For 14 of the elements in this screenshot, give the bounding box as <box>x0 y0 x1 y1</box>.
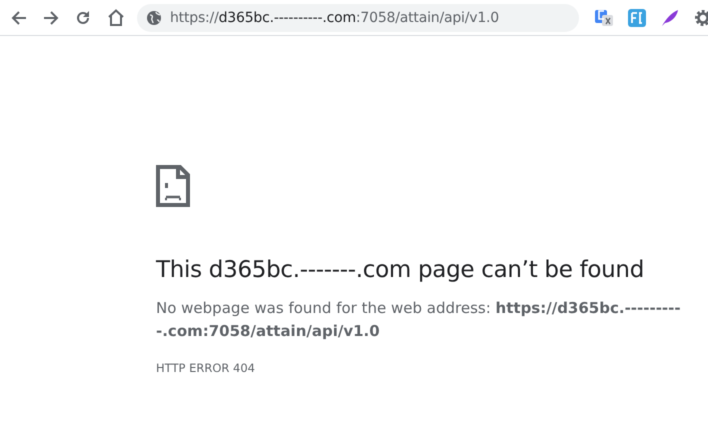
globe-icon <box>147 10 161 24</box>
address-bar[interactable]: https://d365bc.----------.com:7058/attain/api/v1.0 <box>137 4 579 32</box>
home-icon[interactable] <box>107 9 125 26</box>
error-code: HTTP ERROR 404 <box>156 361 256 375</box>
translate-icon[interactable] <box>595 8 613 26</box>
extension-icon[interactable] <box>628 8 646 26</box>
error-heading: This d365bc.-------.com page can’t be found <box>156 257 646 283</box>
reload-icon[interactable] <box>75 10 91 26</box>
feather-icon[interactable] <box>661 8 679 26</box>
back-icon[interactable] <box>11 10 27 26</box>
gear-icon[interactable] <box>694 8 708 26</box>
sad-page-icon <box>156 165 190 207</box>
forward-icon[interactable] <box>43 10 59 26</box>
error-description: No webpage was found for the web address: https://d365bc.----------.com:7058/attain/api/v1.0 <box>156 298 682 342</box>
